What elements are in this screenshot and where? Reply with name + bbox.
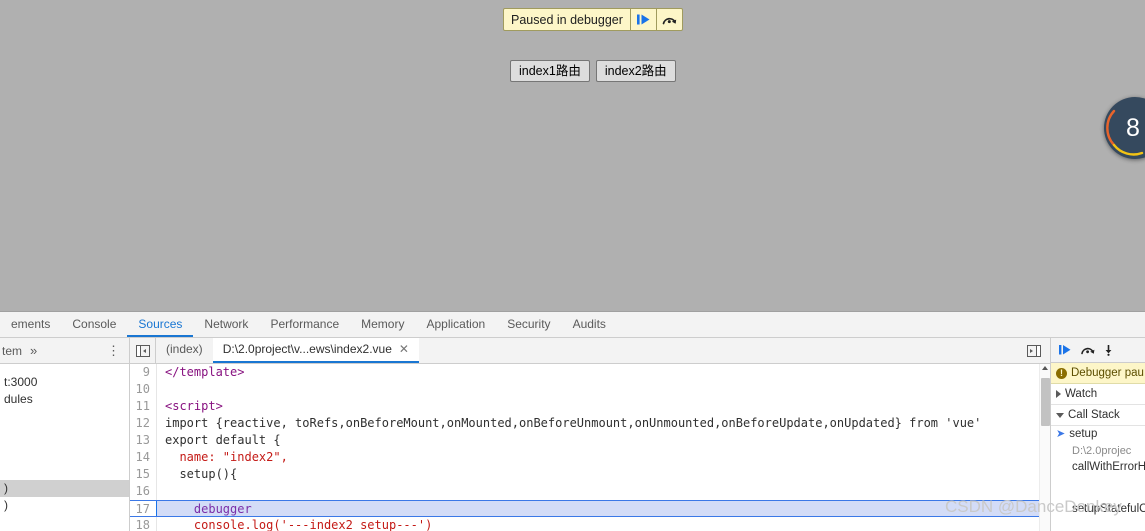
debugger-toolbar <box>1051 338 1145 363</box>
tab-application[interactable]: Application <box>415 312 496 337</box>
line-number: 16 <box>130 483 156 500</box>
code-editor[interactable]: 9 </template> 10 11 <script> 12 import {… <box>130 364 1050 531</box>
web-page-area: Paused in debugger index1路由 index2路由 8 <box>0 0 1145 311</box>
call-stack-frame-setup[interactable]: ➤ setup <box>1051 426 1145 443</box>
navigator-menu-icon[interactable]: ⋮ <box>98 343 129 359</box>
source-editor-pane: (index) D:\2.0project\v...ews\index2.vue… <box>130 338 1050 531</box>
code-line: 14 name: "index2", <box>130 449 1050 466</box>
show-debugger-sidebar-icon[interactable] <box>1023 341 1045 360</box>
line-number: 10 <box>130 381 156 398</box>
call-stack-frame-setupstatefulcomponent[interactable]: setupStatefulC <box>1051 475 1145 517</box>
editor-tab-index2-vue-label: D:\2.0project\v...ews\index2.vue <box>222 342 392 356</box>
line-number: 13 <box>130 432 156 449</box>
code-line: 12 import {reactive, toRefs,onBeforeMoun… <box>130 415 1050 432</box>
line-content-debugger-statement: debugger <box>156 501 1050 516</box>
line-content <box>156 381 1050 398</box>
tab-audits[interactable]: Audits <box>562 312 617 337</box>
code-line: 11 <script> <box>130 398 1050 415</box>
line-content: console.log('---index2 setup---') <box>156 517 1050 531</box>
call-stack-frame-name: callWithErrorH <box>1072 461 1145 473</box>
tree-item-other[interactable]: ) <box>0 497 129 514</box>
tree-item-localhost[interactable]: t:3000 <box>0 374 129 391</box>
tab-memory[interactable]: Memory <box>350 312 415 337</box>
line-number: 15 <box>130 466 156 483</box>
editor-scrollbar[interactable] <box>1039 364 1050 531</box>
code-line: 15 setup(){ <box>130 466 1050 483</box>
chevron-down-icon <box>1056 412 1064 418</box>
step-over-icon[interactable] <box>1080 344 1096 356</box>
line-number: 17 <box>130 501 156 516</box>
tab-sources[interactable]: Sources <box>127 312 194 337</box>
file-tree: t:3000 dules ) ) <box>0 364 129 531</box>
debugger-paused-label: Debugger pau <box>1071 367 1144 379</box>
call-stack-frame-name: setup <box>1069 428 1098 440</box>
line-content: <script> <box>156 398 1050 415</box>
index1-route-button[interactable]: index1路由 <box>510 60 590 82</box>
tab-network[interactable]: Network <box>193 312 259 337</box>
line-number: 18 <box>130 517 156 531</box>
route-buttons: index1路由 index2路由 <box>510 60 676 82</box>
paused-banner-label: Paused in debugger <box>511 12 623 27</box>
code-line: 18 console.log('---index2 setup---') <box>130 517 1050 531</box>
code-line: 9 </template> <box>130 364 1050 381</box>
sources-navigator-pane: tem » ⋮ t:3000 dules ) ) <box>0 338 130 531</box>
scroll-up-icon[interactable] <box>1042 366 1048 370</box>
section-call-stack-label: Call Stack <box>1068 409 1120 421</box>
tree-item-selected[interactable]: ) <box>0 480 129 497</box>
scrollbar-thumb[interactable] <box>1041 378 1050 426</box>
call-stack-frame-name: setupStatefulC <box>1072 503 1145 515</box>
editor-tabstrip: (index) D:\2.0project\v...ews\index2.vue… <box>130 338 1050 364</box>
line-number: 9 <box>130 364 156 381</box>
debugger-sidebar: ! Debugger pau Watch Call Stack ➤ setup … <box>1050 338 1145 531</box>
tab-console[interactable]: Console <box>61 312 127 337</box>
section-watch-label: Watch <box>1065 388 1098 400</box>
line-content <box>156 483 1050 500</box>
chevron-right-icon <box>1056 390 1061 398</box>
tab-performance[interactable]: Performance <box>259 312 350 337</box>
call-stack-frame-callwitherrorhandling[interactable]: callWithErrorH <box>1051 459 1145 475</box>
debugger-paused-message: ! Debugger pau <box>1051 363 1145 384</box>
devtools-body: tem » ⋮ t:3000 dules ) ) (index) D:\2.0p… <box>0 338 1145 531</box>
code-line: 16 <box>130 483 1050 500</box>
devtools-tabbar: ements Console Sources Network Performan… <box>0 312 1145 338</box>
editor-tab-index2-vue[interactable]: D:\2.0project\v...ews\index2.vue ✕ <box>212 337 419 363</box>
resume-script-icon[interactable] <box>1058 344 1073 356</box>
line-number: 14 <box>130 449 156 466</box>
code-line: 13 export default { <box>130 432 1050 449</box>
line-number: 11 <box>130 398 156 415</box>
line-content: export default { <box>156 432 1050 449</box>
section-watch[interactable]: Watch <box>1051 384 1145 405</box>
line-number: 12 <box>130 415 156 432</box>
devtools-panel: ements Console Sources Network Performan… <box>0 311 1145 531</box>
resume-script-icon[interactable] <box>629 9 656 30</box>
code-line-execution-paused: 17 debugger <box>130 500 1050 517</box>
tree-item-node-modules[interactable]: dules <box>0 391 129 408</box>
line-content: setup(){ <box>156 466 1050 483</box>
show-navigator-icon[interactable] <box>130 338 156 363</box>
line-content: name: "index2", <box>156 449 1050 466</box>
vue-devtools-gauge[interactable]: 8 <box>1104 97 1145 159</box>
call-stack-frame-path: D:\2.0projec <box>1072 445 1132 457</box>
navigator-overflow-icon[interactable]: » <box>22 343 45 358</box>
paused-in-debugger-banner: Paused in debugger <box>503 8 683 31</box>
code-line: 10 <box>130 381 1050 398</box>
close-icon[interactable]: ✕ <box>399 337 409 362</box>
editor-tab-index-label: (index) <box>166 342 203 356</box>
step-over-icon[interactable] <box>655 9 682 30</box>
current-frame-icon: ➤ <box>1056 428 1066 440</box>
navigator-header: tem » ⋮ <box>0 338 129 364</box>
line-content: import {reactive, toRefs,onBeforeMount,o… <box>156 415 1050 432</box>
call-stack-frame-setup-path: D:\2.0projec <box>1051 443 1145 459</box>
section-call-stack[interactable]: Call Stack <box>1051 405 1145 426</box>
info-icon: ! <box>1056 367 1067 379</box>
step-into-icon[interactable] <box>1103 344 1114 356</box>
line-content: </template> <box>156 364 1050 381</box>
tab-security[interactable]: Security <box>496 312 561 337</box>
index2-route-button[interactable]: index2路由 <box>595 60 676 82</box>
navigator-tab-filesystem[interactable]: tem <box>0 344 22 358</box>
tab-elements[interactable]: ements <box>0 312 61 337</box>
editor-tab-index[interactable]: (index) <box>156 338 213 363</box>
